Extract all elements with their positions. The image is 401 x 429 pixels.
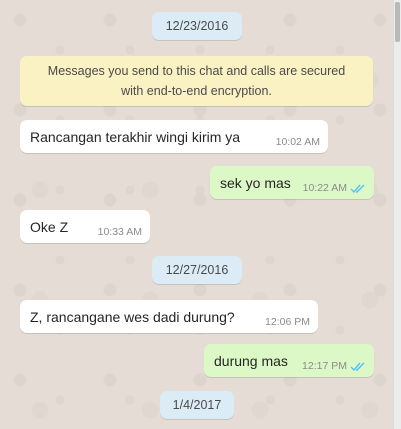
read-ticks-icon	[350, 184, 365, 194]
encryption-notice-line1: Messages you send to this chat and calls…	[47, 64, 346, 78]
incoming-message[interactable]: Rancangan terakhir wingi kirim ya 10:02 …	[20, 120, 328, 153]
message-text: durung mas	[214, 353, 288, 369]
message-time: 10:22 AM	[302, 182, 347, 194]
date-divider: 12/23/2016	[152, 12, 242, 40]
message-time: 10:33 AM	[97, 226, 142, 238]
message-time: 12:06 PM	[265, 316, 310, 328]
message-time: 10:02 AM	[275, 136, 320, 148]
incoming-message[interactable]: Oke Z 10:33 AM	[20, 210, 150, 243]
message-text: Oke Z	[30, 219, 69, 235]
scrollbar-thumb[interactable]	[395, 2, 400, 42]
outgoing-message[interactable]: durung mas 12:17 PM	[204, 344, 374, 377]
message-time: 12:17 PM	[302, 360, 347, 372]
encryption-notice[interactable]: Messages you send to this chat and calls…	[20, 56, 373, 106]
date-divider: 12/27/2016	[152, 256, 242, 284]
message-text: Z, rancangane wes dadi durung?	[30, 309, 235, 325]
message-text: Rancangan terakhir wingi kirim ya	[30, 129, 241, 145]
date-divider: 1/4/2017	[160, 391, 234, 419]
incoming-message[interactable]: Z, rancangane wes dadi durung? 12:06 PM	[20, 300, 318, 333]
encryption-notice-line2: with end-to-end encryption.	[121, 84, 272, 98]
read-ticks-icon	[350, 362, 365, 372]
message-text: sek yo mas	[220, 175, 291, 191]
outgoing-message[interactable]: sek yo mas 10:22 AM	[210, 166, 374, 199]
scrollbar[interactable]	[393, 0, 401, 429]
